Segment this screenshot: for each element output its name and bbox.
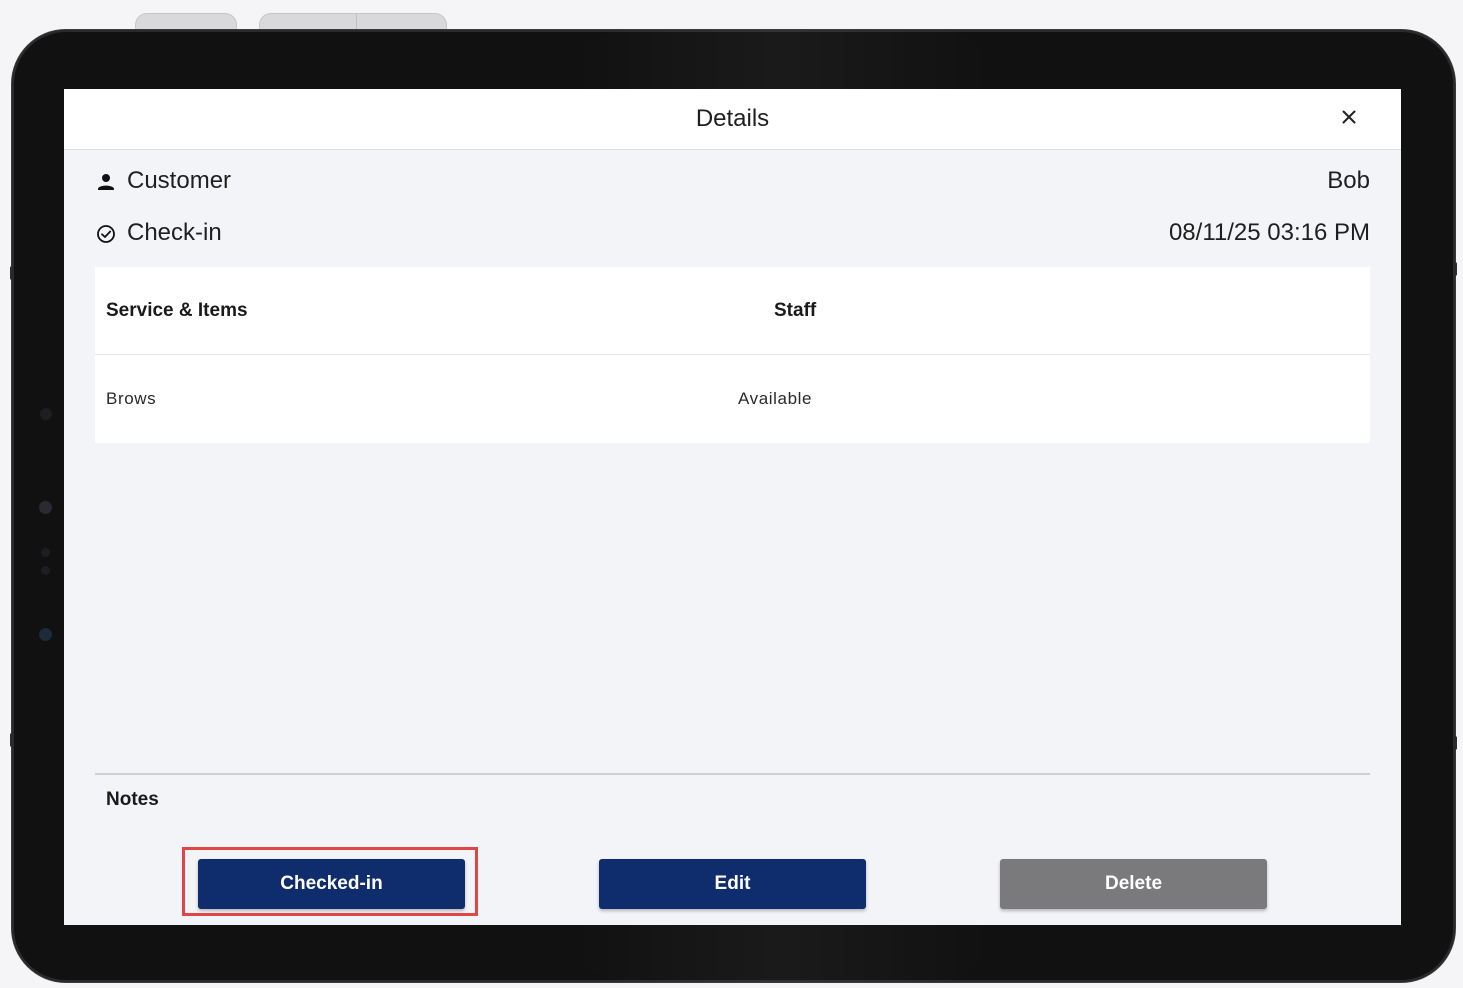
service-cell: Brows xyxy=(106,389,157,408)
staff-cell: Available xyxy=(738,389,813,408)
table-header: Service & Items Staff xyxy=(95,267,1370,355)
services-table: Service & Items Staff Brows Available xyxy=(95,267,1370,443)
side-button-left-bottom xyxy=(10,733,14,747)
sensor-icon xyxy=(39,501,52,514)
checked-in-button[interactable]: Checked-in xyxy=(198,859,465,909)
camera-icon xyxy=(40,408,52,420)
side-button-right-bottom xyxy=(1453,736,1457,750)
details-dialog: Details Customer Bob Check-in 08/11/25 0… xyxy=(64,89,1401,925)
check-circle-icon xyxy=(95,223,117,245)
dialog-title: Details xyxy=(695,105,770,132)
light-sensor-icon xyxy=(39,628,52,641)
side-button-right-top xyxy=(1453,262,1457,276)
column-header-staff: Staff xyxy=(774,300,817,321)
customer-value: Bob xyxy=(1327,167,1370,194)
person-icon xyxy=(95,171,117,193)
notes-divider xyxy=(95,773,1370,775)
close-icon[interactable] xyxy=(1337,105,1361,129)
dialog-header: Details xyxy=(64,89,1401,150)
checkin-value: 08/11/25 03:16 PM xyxy=(1168,219,1370,246)
sensor-dot-icon xyxy=(41,548,50,557)
delete-button[interactable]: Delete xyxy=(1000,859,1267,909)
customer-row: Customer Bob xyxy=(95,167,1370,199)
sensor-dot-icon xyxy=(41,566,50,575)
table-row[interactable]: Brows Available xyxy=(95,355,1370,443)
notes-label: Notes xyxy=(106,789,159,810)
customer-label: Customer xyxy=(127,167,232,194)
column-header-service: Service & Items xyxy=(106,300,248,321)
edit-button[interactable]: Edit xyxy=(599,859,866,909)
checkin-label: Check-in xyxy=(127,219,222,246)
side-button-left-top xyxy=(10,266,14,280)
checkin-row: Check-in 08/11/25 03:16 PM xyxy=(95,219,1370,251)
